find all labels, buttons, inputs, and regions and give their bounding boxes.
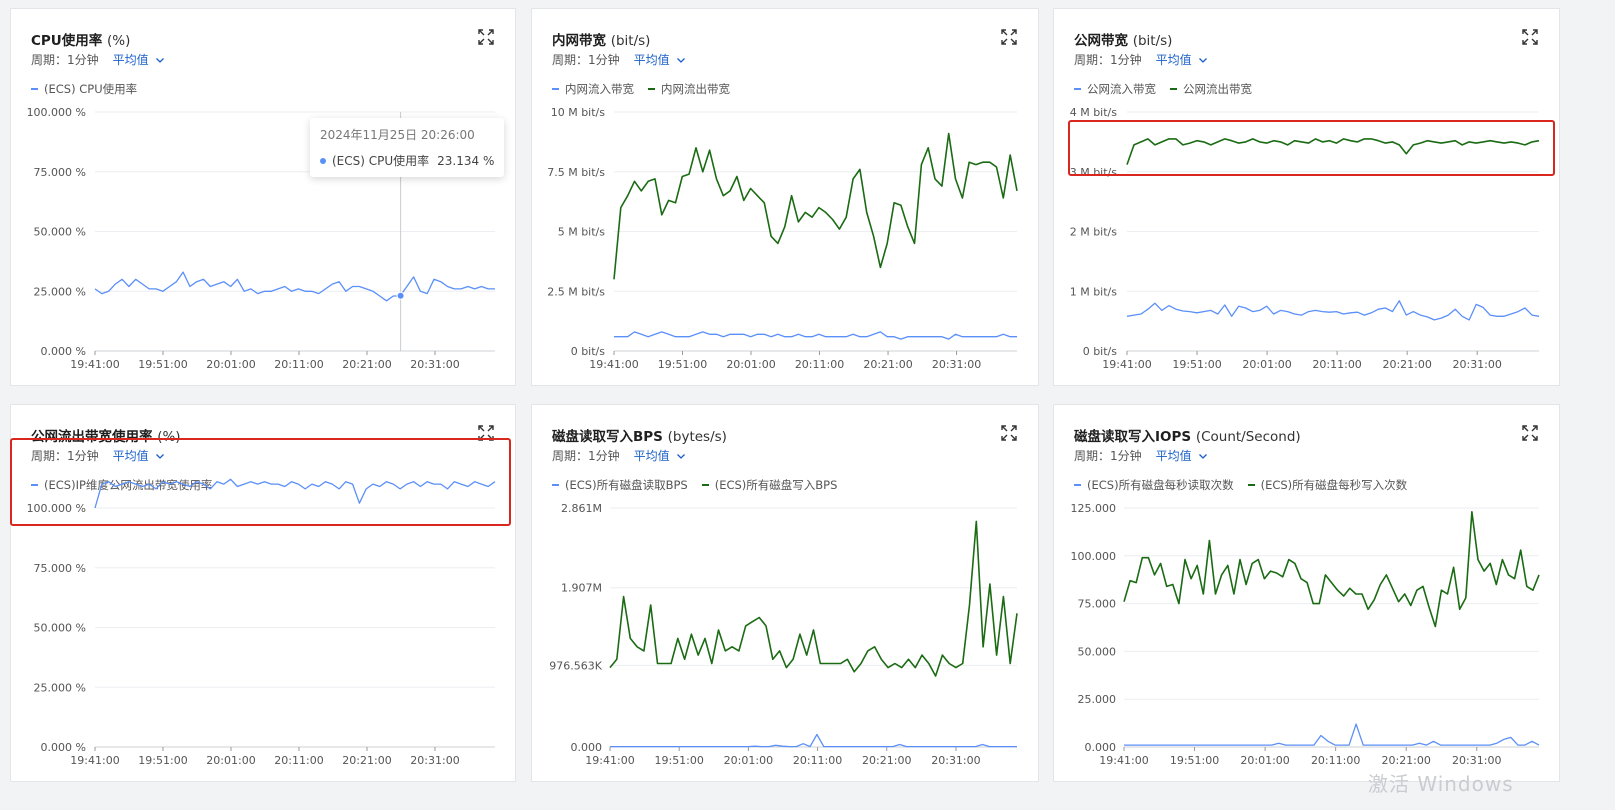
x-tick-label: 20:11:00 [1311,754,1360,767]
x-tick-label: 19:41:00 [70,358,119,371]
hover-point [396,291,405,300]
line-chart: 100.000 % 75.000 % 50.000 % 25.000 % 0.000 %… [27,106,495,371]
y-tick-label: 50.000 % [34,622,86,635]
y-tick-label: 25.000 % [34,681,86,694]
y-tick-label: 75.000 [1078,598,1117,611]
tooltip-value: 23.134 % [437,153,495,168]
x-tick-label: 20:01:00 [724,754,773,767]
line-chart: 10 M bit/s 7.5 M bit/s 5 M bit/s 2.5 M bit/… [547,106,1018,371]
y-tick-label: 100.000 [1071,550,1117,563]
y-tick-label: 4 M bit/s [1070,106,1118,119]
x-tick-label: 20:01:00 [206,358,255,371]
x-tick-label: 19:51:00 [1172,358,1221,371]
x-tick-label: 20:21:00 [862,754,911,767]
x-tick-label: 20:31:00 [1452,358,1501,371]
y-tick-label: 0 bit/s [1083,345,1118,358]
tooltip-row: (ECS) CPU使用率 23.134 % [320,152,494,169]
y-tick-label: 0 bit/s [571,345,606,358]
windows-activation-watermark: 激活 Windows [1368,772,1514,796]
x-tick-label: 19:41:00 [585,754,634,767]
series-line [1123,511,1540,628]
y-tick-label: 1.907M [561,582,602,595]
y-tick-label: 125.000 [1071,502,1117,515]
series-line [610,733,1017,748]
y-tick-label: 75.000 % [34,166,86,179]
x-tick-label: 20:11:00 [795,358,844,371]
x-tick-label: 20:31:00 [410,754,459,767]
x-tick-label: 20:21:00 [1381,754,1430,767]
series-line [94,271,495,302]
x-tick-label: 20:01:00 [1242,358,1291,371]
x-tick-label: 20:11:00 [274,754,323,767]
y-tick-label: 1 M bit/s [1070,285,1118,298]
y-tick-label: 2.861M [561,502,602,515]
x-tick-label: 20:21:00 [863,358,912,371]
y-tick-label: 100.000 % [27,106,86,119]
y-tick-label: 5 M bit/s [558,226,606,239]
y-tick-label: 75.000 % [34,562,86,575]
series-line [1126,300,1540,321]
x-tick-label: 20:21:00 [342,358,391,371]
x-tick-label: 20:31:00 [410,358,459,371]
y-tick-label: 10 M bit/s [551,106,606,119]
highlight-box-public-usage [10,438,511,526]
chart-tooltip: 2024年11月25日 20:26:00 (ECS) CPU使用率 23.134… [310,118,505,177]
y-tick-label: 25.000 [1078,693,1117,706]
metric-panel: 磁盘读取写入IOPS (Count/Second) 周期：1分钟 平均值 (EC… [1053,404,1560,782]
x-tick-label: 19:51:00 [654,754,703,767]
y-tick-label: 50.000 [1078,645,1117,658]
metric-panel: 磁盘读取写入BPS (bytes/s) 周期：1分钟 平均值 (ECS)所有磁盘… [531,404,1039,782]
metric-panel: 内网带宽 (bit/s) 周期：1分钟 平均值 内网流入带宽 内网流出带宽 10 … [531,8,1039,386]
x-tick-label: 19:51:00 [1170,754,1219,767]
y-tick-label: 0.000 [571,741,603,754]
x-tick-label: 20:21:00 [1382,358,1431,371]
x-tick-label: 20:01:00 [206,754,255,767]
x-tick-label: 19:41:00 [70,754,119,767]
tooltip-series-name: (ECS) CPU使用率 [332,154,430,168]
series-line [613,132,1018,280]
x-tick-label: 19:41:00 [1102,358,1151,371]
x-tick-label: 19:41:00 [589,358,638,371]
x-tick-label: 20:11:00 [1312,358,1361,371]
series-line [609,520,1018,677]
line-chart: 4 M bit/s3 M bit/s2 M bit/s1 M bit/s0 bi… [1070,106,1540,371]
x-tick-label: 19:51:00 [138,358,187,371]
y-tick-label: 7.5 M bit/s [547,166,605,179]
x-tick-label: 20:11:00 [274,358,323,371]
highlight-box-public-bandwidth [1068,120,1555,176]
x-tick-label: 20:31:00 [932,358,981,371]
line-chart: 2.861M 1.907M 976.563K 0.00019:41:00 19:51:0… [549,502,1018,767]
x-tick-label: 20:01:00 [1240,754,1289,767]
y-tick-label: 0.000 [1085,741,1117,754]
y-tick-label: 2.5 M bit/s [547,285,605,298]
series-line [614,331,1017,340]
y-tick-label: 25.000 % [34,285,86,298]
tooltip-series-dot [320,157,326,164]
x-tick-label: 19:41:00 [1099,754,1148,767]
x-tick-label: 19:51:00 [658,358,707,371]
x-tick-label: 19:51:00 [138,754,187,767]
y-tick-label: 0.000 % [41,345,86,358]
x-tick-label: 20:31:00 [931,754,980,767]
y-tick-label: 976.563K [549,659,602,672]
y-tick-label: 2 M bit/s [1070,226,1118,239]
tooltip-date: 2024年11月25日 20:26:00 [320,128,475,142]
metric-panel: 公网带宽 (bit/s) 周期：1分钟 平均值 公网流入带宽 公网流出带宽 4 M… [1053,8,1560,386]
y-tick-label: 0.000 % [41,741,86,754]
x-tick-label: 20:11:00 [793,754,842,767]
y-tick-label: 50.000 % [34,226,86,239]
line-chart: 125.000100.00075.00050.00025.0000.00019:… [1071,502,1540,767]
metric-panel: CPU使用率 (%) 周期：1分钟 平均值 (ECS) CPU使用率 100.0… [10,8,516,386]
x-tick-label: 20:31:00 [1452,754,1501,767]
series-line [1124,723,1540,746]
x-tick-label: 20:21:00 [342,754,391,767]
x-tick-label: 20:01:00 [726,358,775,371]
